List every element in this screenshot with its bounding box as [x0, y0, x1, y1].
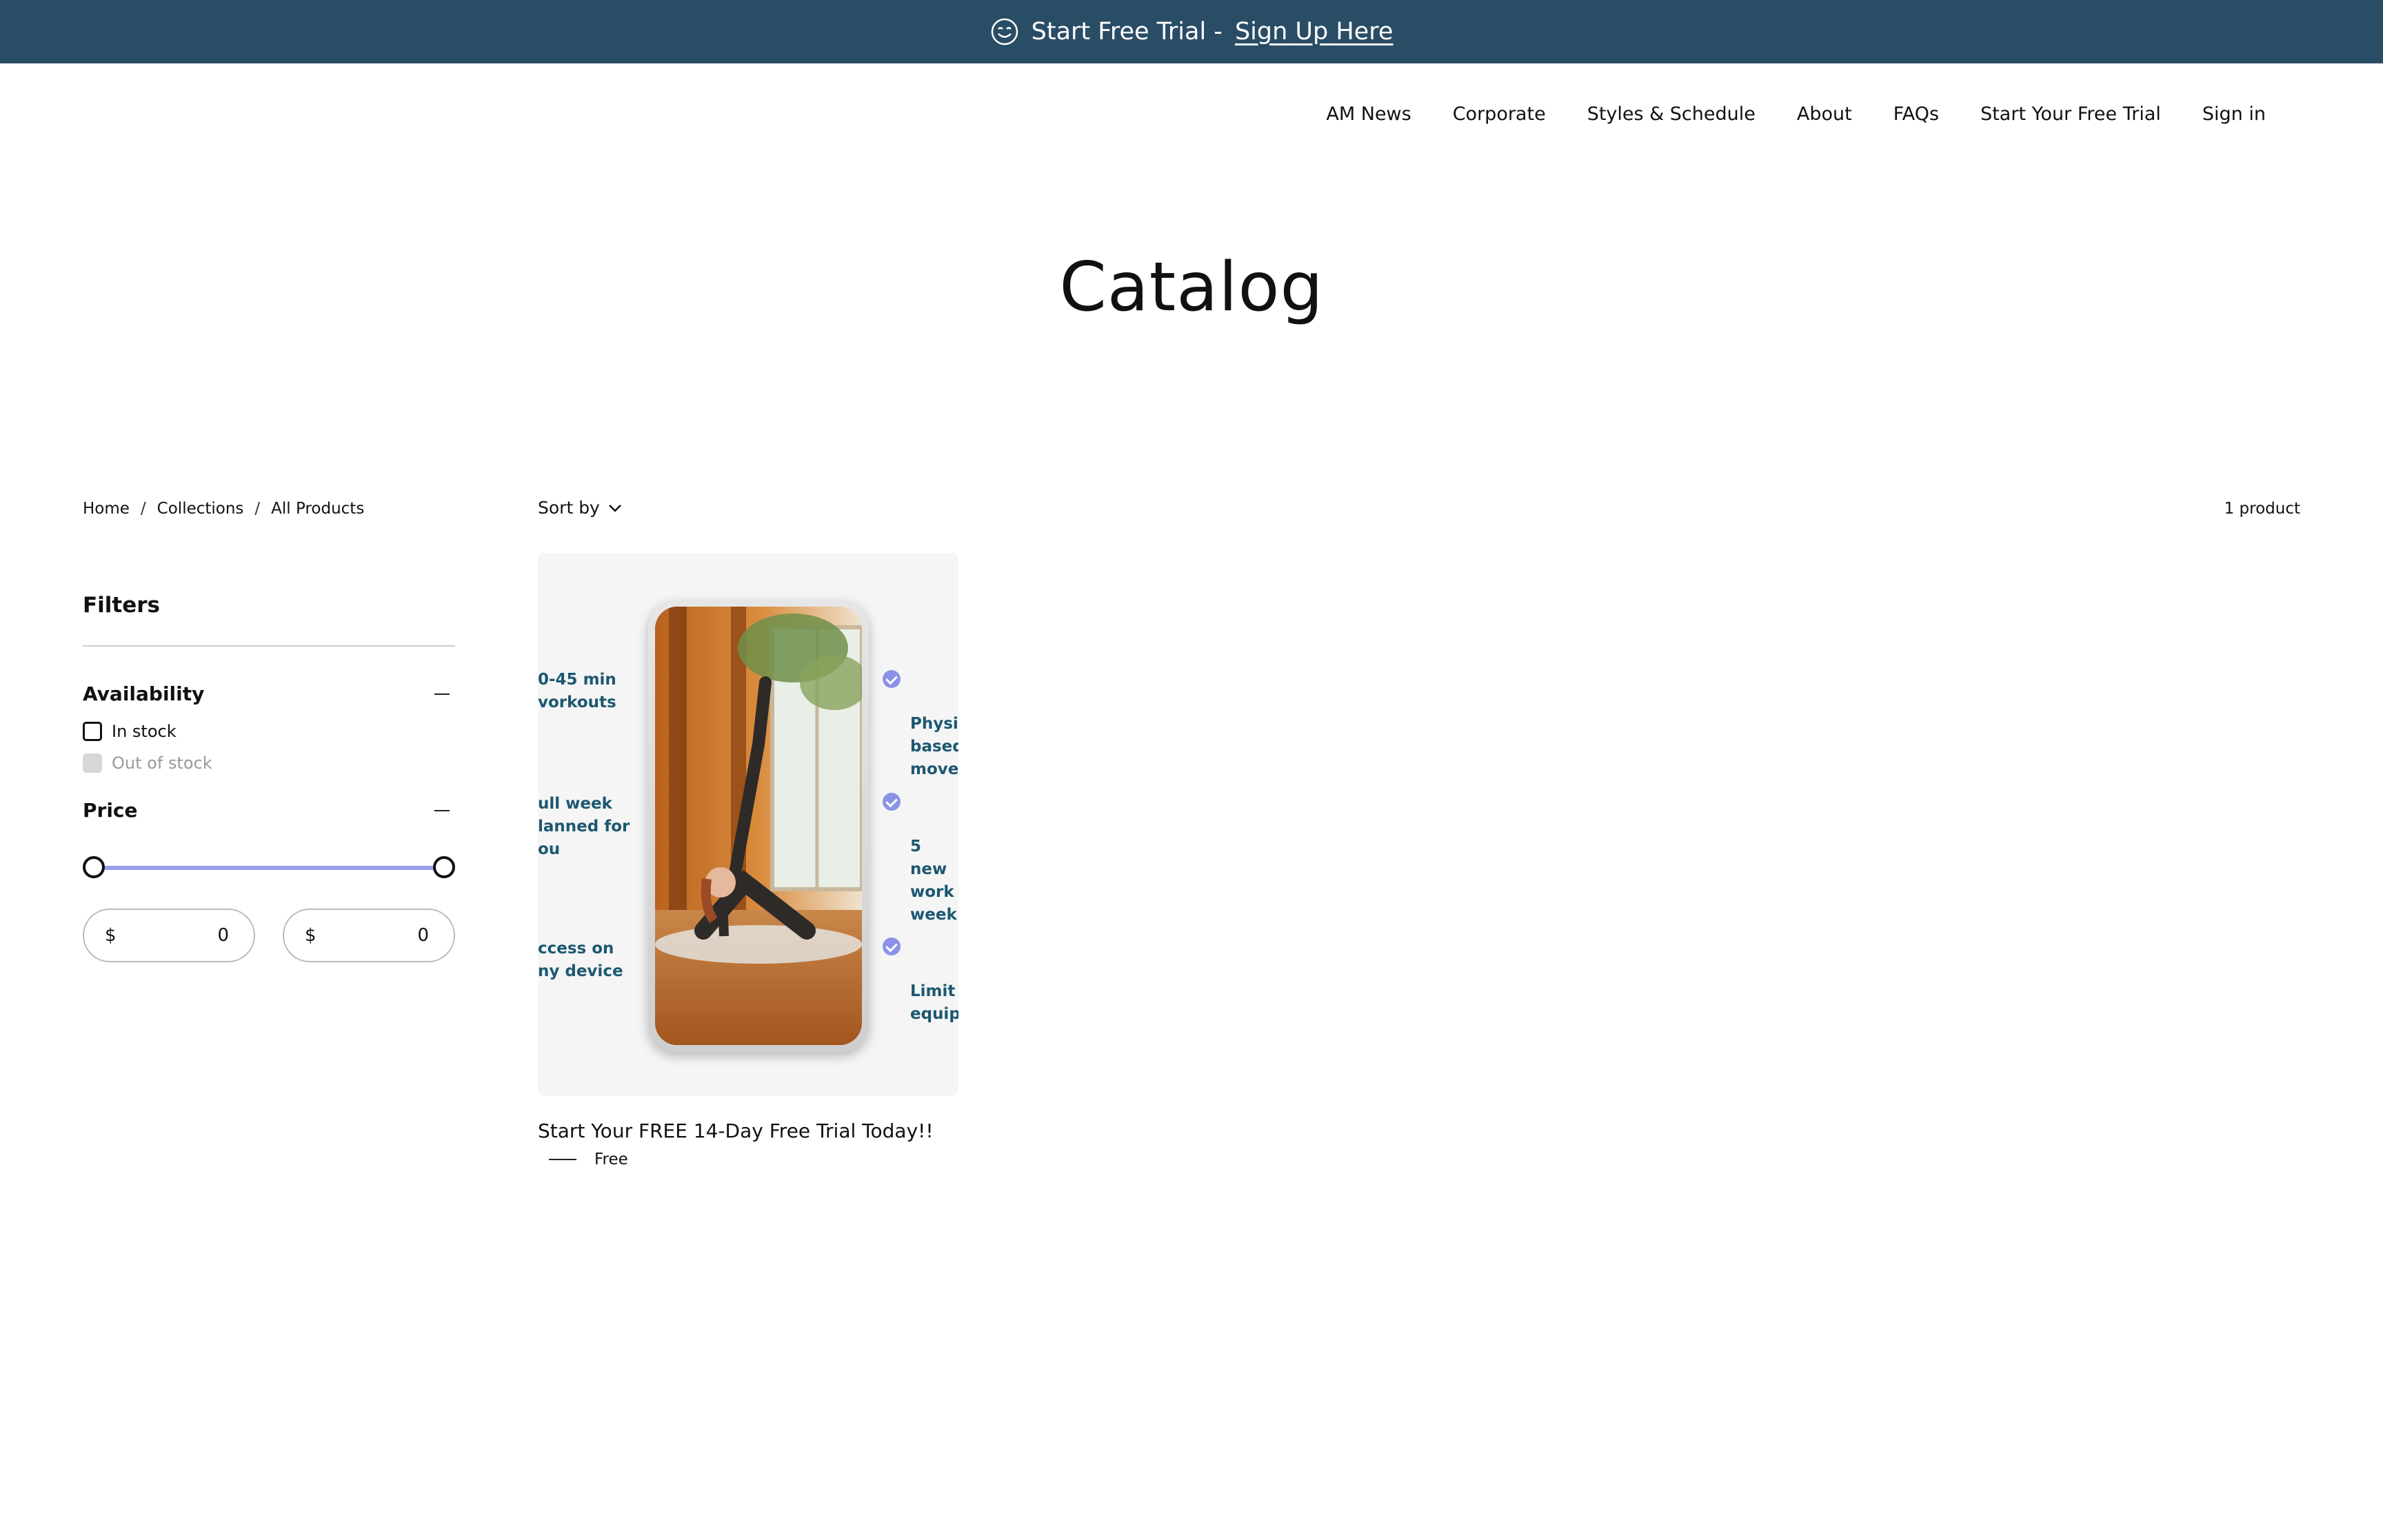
nav-item-free-trial[interactable]: Start Your Free Trial: [1980, 103, 2161, 125]
main-nav: AM News Corporate Styles & Schedule Abou…: [1326, 103, 2266, 125]
nav-item-about[interactable]: About: [1797, 103, 1852, 125]
price-max-value[interactable]: 0: [417, 925, 429, 946]
announcement-text: Start Free Trial -: [1031, 18, 1223, 45]
currency-symbol: $: [305, 925, 316, 946]
feature-text: ccess on ny device: [538, 940, 623, 980]
feature-item: Limit equip: [883, 935, 958, 1026]
nav-item-corporate[interactable]: Corporate: [1453, 103, 1546, 125]
sort-label: Sort by: [538, 498, 600, 518]
price-dash: [549, 1159, 576, 1160]
nav-item-am-news[interactable]: AM News: [1326, 103, 1411, 125]
price-range-slider[interactable]: [83, 855, 455, 880]
filters-title: Filters: [83, 593, 161, 618]
price-max-field[interactable]: $ 0: [283, 909, 455, 962]
breadcrumb-home[interactable]: Home: [83, 500, 130, 518]
sign-up-link[interactable]: Sign Up Here: [1235, 18, 1393, 45]
smile-icon: [991, 18, 1018, 45]
product-card[interactable]: 0-45 min vorkouts ull week lanned for ou…: [538, 553, 958, 1168]
nav-item-styles-schedule[interactable]: Styles & Schedule: [1587, 103, 1756, 125]
product-title[interactable]: Start Your FREE 14-Day Free Trial Today!…: [538, 1119, 958, 1142]
announcement-bar: Start Free Trial - Sign Up Here: [0, 0, 2383, 63]
breadcrumb-separator: /: [254, 500, 261, 518]
feature-text: ull week lanned for ou: [538, 795, 630, 858]
product-price: Free: [538, 1151, 958, 1168]
product-image[interactable]: 0-45 min vorkouts ull week lanned for ou…: [538, 553, 958, 1096]
availability-title: Availability: [83, 682, 205, 705]
price-slider-min-handle[interactable]: [83, 856, 105, 878]
chevron-down-icon: [608, 504, 621, 512]
filters-sidebar: Filters Availability In stock Out of sto…: [83, 593, 455, 962]
feature-text: 0-45 min vorkouts: [538, 671, 616, 711]
filters-divider: [83, 645, 455, 647]
price-title: Price: [83, 799, 138, 822]
price-min-field[interactable]: $ 0: [83, 909, 255, 962]
phone-mockup: [648, 600, 869, 1052]
out-of-stock-checkbox: [83, 753, 102, 773]
price-value: Free: [594, 1151, 628, 1168]
in-stock-checkbox[interactable]: [83, 722, 102, 741]
price-slider-max-handle[interactable]: [433, 856, 455, 878]
breadcrumb-current: All Products: [271, 500, 365, 518]
price-slider-track: [94, 866, 444, 870]
feature-text: Physi based move: [910, 715, 958, 778]
check-circle-icon: [883, 670, 901, 688]
price-inputs: $ 0 $ 0: [83, 909, 455, 962]
out-of-stock-label: Out of stock: [112, 753, 212, 773]
sort-dropdown[interactable]: Sort by: [538, 498, 622, 518]
feature-text: 5 new work week: [910, 838, 957, 924]
nav-item-sign-in[interactable]: Sign in: [2202, 103, 2266, 125]
currency-symbol: $: [105, 925, 117, 946]
nav-item-faqs[interactable]: FAQs: [1893, 103, 1939, 125]
filter-out-of-stock: Out of stock: [83, 753, 455, 773]
collapse-minus-icon: [434, 693, 450, 695]
filter-in-stock[interactable]: In stock: [83, 722, 455, 741]
feature-item: Physi based move: [883, 667, 958, 781]
breadcrumb-separator: /: [140, 500, 146, 518]
in-stock-label: In stock: [112, 722, 177, 741]
feature-text: Limit equip: [910, 982, 958, 1023]
workout-photo: [655, 607, 862, 1045]
product-count: 1 product: [2224, 500, 2300, 518]
breadcrumb-collections[interactable]: Collections: [157, 500, 244, 518]
yoga-pose-illustration: [655, 607, 862, 1045]
availability-toggle[interactable]: Availability: [83, 682, 455, 705]
price-toggle[interactable]: Price: [83, 799, 455, 822]
check-circle-icon: [883, 793, 901, 811]
page-title: Catalog: [1059, 248, 1324, 327]
breadcrumb: Home / Collections / All Products: [83, 500, 364, 518]
feature-item: 5 new work week: [883, 790, 958, 926]
check-circle-icon: [883, 938, 901, 955]
collapse-minus-icon: [434, 809, 450, 811]
price-min-value[interactable]: 0: [217, 925, 229, 946]
